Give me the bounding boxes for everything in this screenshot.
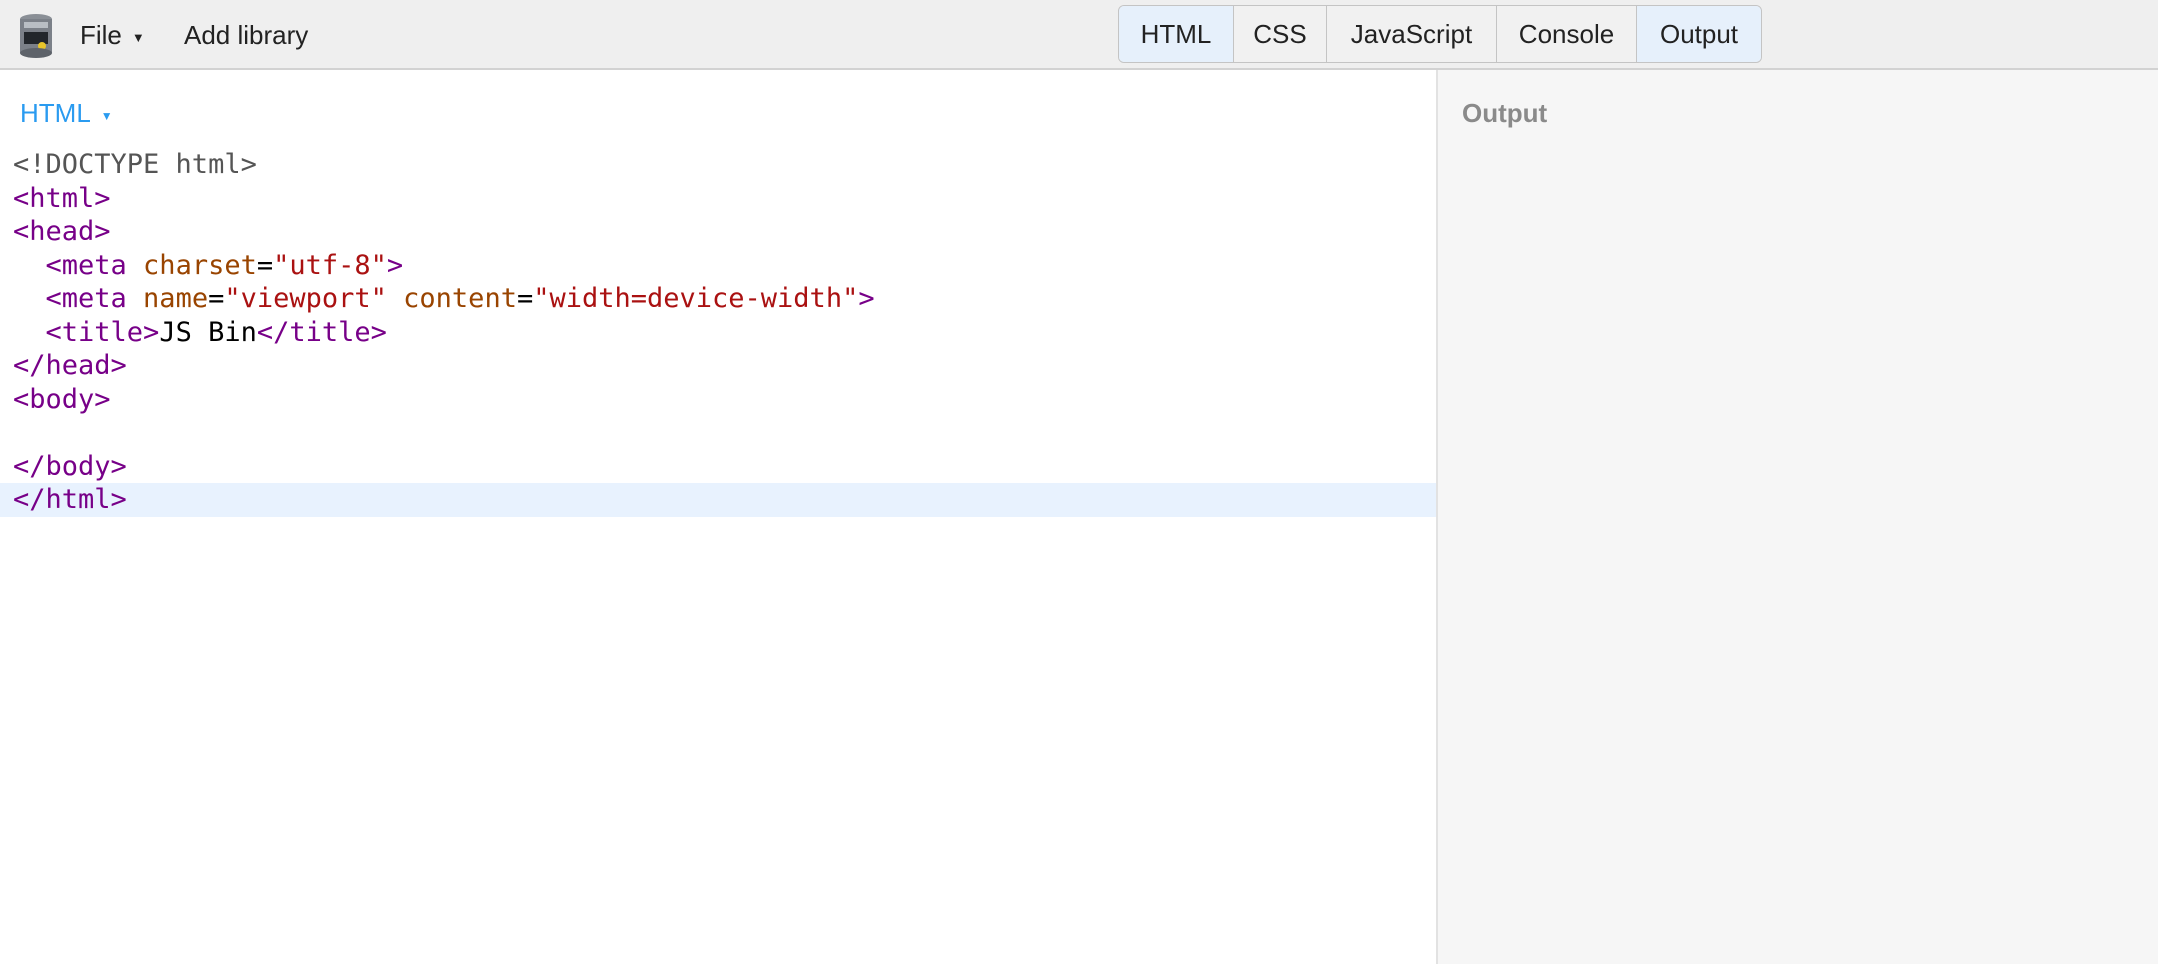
code-token: </head> [13, 350, 127, 381]
code-line: <html> [0, 182, 1436, 216]
code-token: <title> [13, 316, 160, 348]
code-token: <meta [13, 249, 127, 281]
jsbin-logo-icon[interactable] [16, 12, 56, 60]
code-line: <meta name="viewport" content="width=dev… [0, 282, 1436, 316]
editor-mode-label: HTML [20, 98, 91, 128]
code-token: name [126, 283, 209, 314]
code-token: > [858, 283, 875, 314]
code-line: </body> [0, 450, 1436, 484]
code-token: = [208, 283, 225, 314]
tab-javascript[interactable]: JavaScript [1327, 6, 1497, 62]
code-token: </title> [256, 316, 387, 348]
code-token: <meta [13, 283, 127, 314]
tab-output[interactable]: Output [1637, 6, 1761, 62]
code-token: "utf-8" [273, 249, 387, 281]
code-token: <head> [13, 216, 111, 247]
chevron-down-icon: ▼ [100, 108, 113, 123]
code-line: <head> [0, 215, 1436, 249]
code-line: <!DOCTYPE html> [0, 148, 1436, 182]
output-label: Output [1462, 98, 1548, 128]
code-token: charset [126, 249, 257, 281]
code-token: <body> [13, 383, 111, 415]
code-token: > [386, 249, 404, 281]
tab-console[interactable]: Console [1497, 6, 1637, 62]
code-token: </html> [13, 484, 127, 515]
code-token: content [386, 283, 517, 314]
top-toolbar: File ▼ Add library HTML CSS JavaScript C… [0, 0, 2158, 70]
code-token: <html> [13, 182, 111, 214]
chevron-down-icon: ▼ [131, 29, 145, 45]
code-line: </head> [0, 349, 1436, 383]
add-library-button[interactable]: Add library [184, 0, 308, 70]
code-token: <!DOCTYPE html> [13, 149, 257, 180]
code-token: </body> [13, 450, 127, 482]
code-token: JS Bin [159, 316, 257, 348]
code-line: <title>JS Bin</title> [0, 316, 1436, 350]
code-token: = [516, 283, 534, 314]
code-line: <meta charset="utf-8"> [0, 249, 1436, 283]
code-token: = [256, 249, 274, 281]
code-token: "viewport" [224, 283, 387, 314]
panel-toggle-group: HTML CSS JavaScript Console Output [1118, 5, 1762, 63]
file-menu-label: File [80, 19, 122, 50]
output-pane[interactable]: Output [1438, 70, 2158, 964]
code-editor[interactable]: <!DOCTYPE html> <html> <head> <meta char… [0, 148, 1436, 517]
code-token: "width=device-width" [533, 283, 859, 314]
file-menu[interactable]: File ▼ [80, 0, 145, 70]
code-line-current: </html> [0, 483, 1436, 517]
tab-css[interactable]: CSS [1234, 6, 1327, 62]
editor-mode-dropdown[interactable]: HTML ▼ [20, 98, 113, 129]
code-line: <body> [0, 383, 1436, 417]
html-editor-pane[interactable]: HTML ▼ <!DOCTYPE html> <html> <head> <me… [0, 70, 1438, 964]
tab-html[interactable]: HTML [1119, 6, 1234, 62]
